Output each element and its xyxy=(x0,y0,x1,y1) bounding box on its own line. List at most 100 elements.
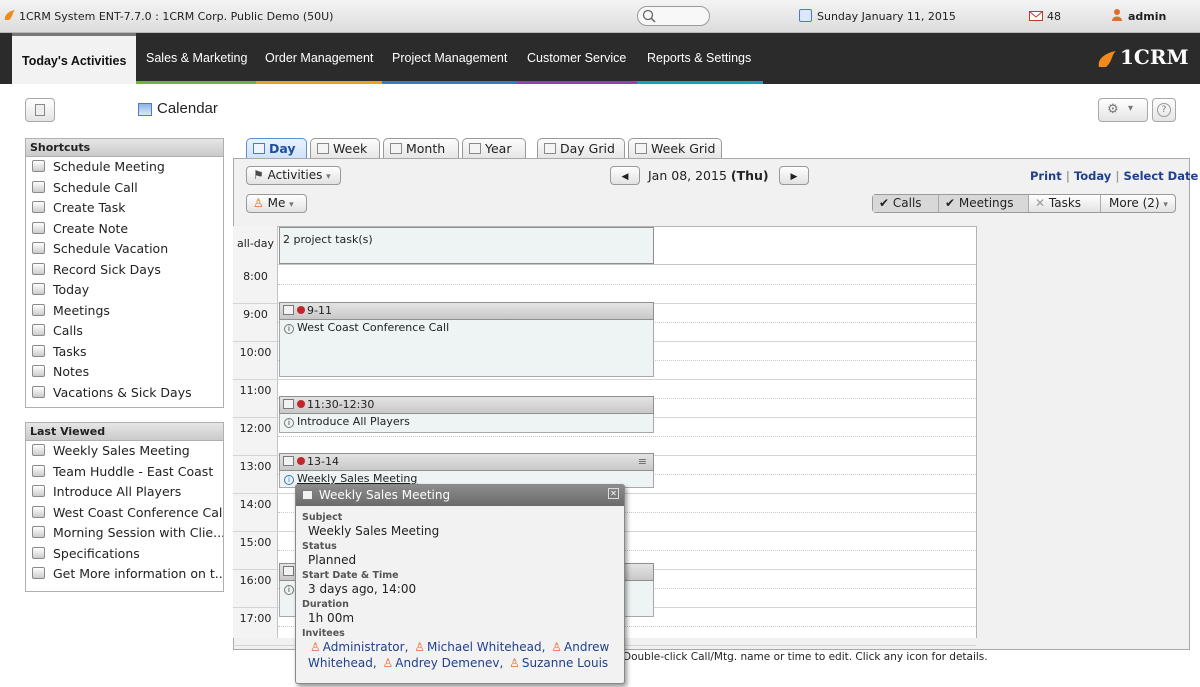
meeting-icon xyxy=(283,566,294,576)
meetings-toggle[interactable]: ✔ Meetings xyxy=(939,195,1029,212)
chevron-down-icon: ▾ xyxy=(326,172,331,182)
hour-label: 15:00 xyxy=(239,536,272,549)
current-date[interactable]: Sunday January 11, 2015 xyxy=(817,10,956,23)
check-icon: ✔ xyxy=(945,196,956,210)
event-title[interactable]: Introduce All Players xyxy=(297,415,410,428)
invitee-link[interactable]: Andrey Demenev, xyxy=(395,656,503,670)
info-icon[interactable]: i xyxy=(284,475,294,485)
invitee-link[interactable]: Michael Whitehead, xyxy=(427,640,545,654)
shortcut-meetings[interactable]: Meetings xyxy=(26,301,223,322)
select-date-link[interactable]: Select Date xyxy=(1124,169,1199,183)
hour-label: 10:00 xyxy=(239,346,272,359)
tab-year[interactable]: Year xyxy=(462,138,526,159)
hour-label: 12:00 xyxy=(239,422,272,435)
info-icon[interactable]: i xyxy=(284,418,294,428)
tab-label: Week Grid xyxy=(651,141,716,156)
nav-underline xyxy=(256,81,382,84)
sidebar-toggle-button[interactable] xyxy=(25,98,55,122)
allday-label: all-day xyxy=(236,237,275,250)
shortcut-schedule-meeting[interactable]: Schedule Meeting xyxy=(26,157,223,178)
chevron-down-icon: ▾ xyxy=(1128,103,1134,114)
shortcut-tasks[interactable]: Tasks xyxy=(26,342,223,363)
tab-week-grid[interactable]: Week Grid xyxy=(628,138,722,159)
shortcut-notes[interactable]: Notes xyxy=(26,362,223,383)
hour-label: 16:00 xyxy=(239,574,272,587)
calendar-icon xyxy=(390,143,402,154)
event-header[interactable]: 11:30-12:30 xyxy=(279,396,654,414)
tab-month[interactable]: Month xyxy=(383,138,459,159)
weekday-text: (Thu) xyxy=(730,168,769,183)
shortcut-schedule-call[interactable]: Schedule Call xyxy=(26,178,223,199)
nav-order-management[interactable]: Order Management xyxy=(265,33,373,84)
event-header[interactable]: 9-11 xyxy=(279,302,654,320)
tab-week[interactable]: Week xyxy=(310,138,380,159)
user-menu[interactable]: admin xyxy=(1128,10,1166,23)
info-icon[interactable]: i xyxy=(284,585,294,595)
record-icon xyxy=(32,464,45,477)
menu-icon[interactable]: ≡ xyxy=(638,454,647,470)
print-link[interactable]: Print xyxy=(1030,169,1062,183)
gear-icon: ⚙ xyxy=(1107,102,1119,117)
chevron-down-icon: ▾ xyxy=(1163,200,1168,210)
hour-label: 11:00 xyxy=(239,384,272,397)
calendar-icon xyxy=(635,143,647,154)
tasks-toggle[interactable]: ✕ Tasks xyxy=(1029,195,1101,212)
event-header[interactable]: 13-14 ≡ xyxy=(279,453,654,471)
help-button[interactable]: ? xyxy=(1152,98,1176,122)
tab-day[interactable]: Day xyxy=(246,138,307,159)
mail-icon[interactable] xyxy=(1029,11,1043,21)
event-title[interactable]: West Coast Conference Call xyxy=(297,321,449,334)
user-icon: ♙ xyxy=(414,640,425,654)
last-viewed-item[interactable]: Specifications xyxy=(26,544,223,565)
info-icon[interactable]: i xyxy=(284,324,294,334)
settings-menu-button[interactable]: ⚙ ▾ xyxy=(1098,98,1148,122)
shortcut-record-sick-days[interactable]: Record Sick Days xyxy=(26,260,223,281)
today-link[interactable]: Today xyxy=(1074,169,1111,183)
user-icon: ♙ xyxy=(509,656,520,670)
user-icon xyxy=(1112,9,1122,21)
shortcut-schedule-vacation[interactable]: Schedule Vacation xyxy=(26,239,223,260)
hour-label: 13:00 xyxy=(239,460,272,473)
event-body[interactable]: i West Coast Conference Call xyxy=(279,320,654,377)
mail-count[interactable]: 48 xyxy=(1047,10,1061,23)
close-icon[interactable]: ✕ xyxy=(608,488,619,499)
nav-sales-marketing[interactable]: Sales & Marketing xyxy=(146,33,247,84)
tab-day-grid[interactable]: Day Grid xyxy=(537,138,625,159)
shortcuts-list: Schedule Meeting Schedule Call Create Task… xyxy=(26,157,223,403)
user-filter-dropdown[interactable]: ♙ Me ▾ xyxy=(246,194,307,213)
nav-customer-service[interactable]: Customer Service xyxy=(527,33,626,84)
shortcut-create-note[interactable]: Create Note xyxy=(26,219,223,240)
nav-reports-settings[interactable]: Reports & Settings xyxy=(647,33,751,84)
last-viewed-item[interactable]: Weekly Sales Meeting xyxy=(26,441,223,462)
create-task-icon xyxy=(32,201,45,213)
meeting-icon xyxy=(283,456,294,466)
nav-project-management[interactable]: Project Management xyxy=(392,33,507,84)
shortcut-calls[interactable]: Calls xyxy=(26,321,223,342)
notes-icon xyxy=(32,365,45,377)
shortcut-create-task[interactable]: Create Task xyxy=(26,198,223,219)
prev-day-button[interactable]: ◀ xyxy=(610,166,640,185)
last-viewed-item[interactable]: Morning Session with Clie... xyxy=(26,523,223,544)
meetings-label: Meetings xyxy=(958,196,1014,210)
meeting-icon xyxy=(283,399,294,409)
search-input[interactable] xyxy=(637,6,710,26)
calls-toggle[interactable]: ✔ Calls xyxy=(873,195,939,212)
1crm-logo-icon xyxy=(4,10,15,20)
nav-todays-activities[interactable]: Today's Activities xyxy=(12,33,137,84)
event-time: 9-11 xyxy=(307,304,332,317)
last-viewed-item[interactable]: Get More information on t... xyxy=(26,564,223,585)
status-label: Status xyxy=(302,541,337,552)
shortcut-today[interactable]: Today xyxy=(26,280,223,301)
next-day-button[interactable]: ▶ xyxy=(779,166,809,185)
last-viewed-item[interactable]: West Coast Conference Call xyxy=(26,503,223,524)
invitee-link[interactable]: Administrator, xyxy=(323,640,409,654)
shortcut-vacations-sick-days[interactable]: Vacations & Sick Days xyxy=(26,383,223,404)
last-viewed-item[interactable]: Team Huddle - East Coast xyxy=(26,462,223,483)
allday-event[interactable]: 2 project task(s) xyxy=(279,227,654,264)
more-dropdown[interactable]: More (2) ▾ xyxy=(1101,195,1177,212)
activities-dropdown[interactable]: ⚑ Activities ▾ xyxy=(246,166,341,185)
last-viewed-label: Specifications xyxy=(53,545,140,561)
last-viewed-item[interactable]: Introduce All Players xyxy=(26,482,223,503)
event-body[interactable]: i Introduce All Players xyxy=(279,414,654,433)
invitee-link[interactable]: Suzanne Louis xyxy=(522,656,608,670)
